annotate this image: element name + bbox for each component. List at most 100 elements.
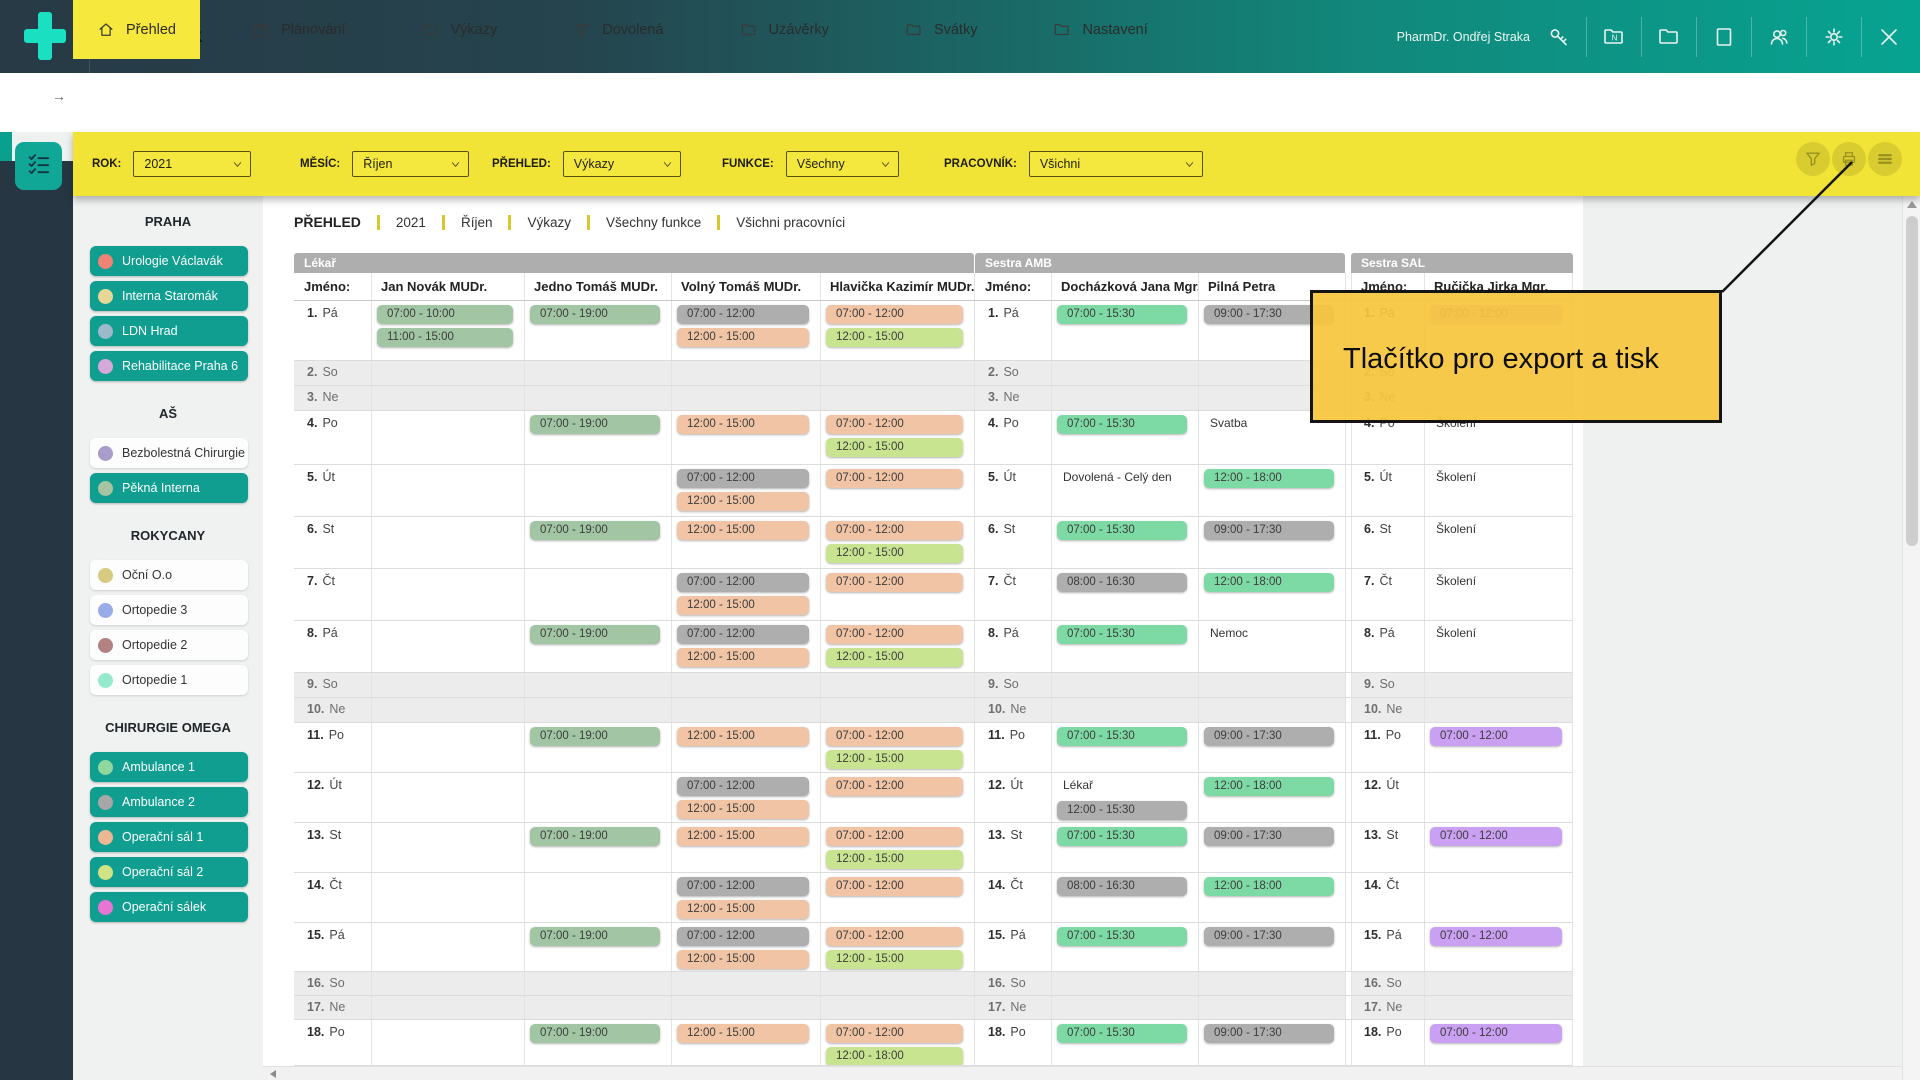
filter-select[interactable]: Všichni [1029, 151, 1203, 177]
shift-pill[interactable]: 08:00 - 16:30 [1057, 573, 1187, 592]
shift-pill[interactable]: 07:00 - 15:30 [1057, 521, 1187, 540]
shift-pill[interactable]: 12:00 - 15:00 [677, 492, 809, 511]
filter-button[interactable] [1796, 142, 1830, 176]
shift-pill[interactable]: 12:00 - 15:00 [826, 438, 963, 457]
shift-pill[interactable]: 12:00 - 15:00 [677, 596, 809, 615]
scrollbar-thumb[interactable] [1906, 216, 1918, 546]
shift-pill[interactable]: 07:00 - 19:00 [530, 521, 660, 540]
close-icon[interactable] [1876, 24, 1902, 50]
shift-pill[interactable]: 12:00 - 15:00 [677, 827, 809, 846]
shift-pill[interactable]: 12:00 - 15:00 [677, 415, 809, 434]
shift-pill[interactable]: 12:00 - 15:00 [826, 750, 963, 769]
shift-pill[interactable]: 07:00 - 12:00 [677, 877, 809, 896]
shift-pill[interactable]: 09:00 - 17:30 [1204, 827, 1334, 846]
shift-pill[interactable]: 07:00 - 15:30 [1057, 305, 1187, 324]
shift-pill[interactable]: 07:00 - 19:00 [530, 415, 660, 434]
sidebar-item-bezbolestn-chirurgie[interactable]: Bezbolestná Chirurgie [90, 438, 248, 468]
shift-pill[interactable]: 12:00 - 15:00 [677, 727, 809, 746]
shift-pill[interactable]: 07:00 - 12:00 [1430, 727, 1562, 746]
shift-pill[interactable]: 07:00 - 12:00 [826, 1024, 963, 1043]
tab-nastavení[interactable]: Nastavení [1029, 0, 1171, 59]
tab-plánování[interactable]: Plánování [228, 0, 370, 59]
shift-pill[interactable]: 12:00 - 18:00 [1204, 469, 1334, 488]
folder-new-icon[interactable]: N [1601, 24, 1627, 50]
shift-pill[interactable]: 12:00 - 18:00 [1204, 777, 1334, 796]
sidebar-item-rehabilitace-praha-6[interactable]: Rehabilitace Praha 6 [90, 351, 248, 381]
sidebar-item-urologie-v-clav-k[interactable]: Urologie Václavák [90, 246, 248, 276]
scroll-up-icon[interactable] [1907, 201, 1917, 208]
shift-pill[interactable]: 07:00 - 12:00 [677, 777, 809, 796]
sidebar-item-ambulance-1[interactable]: Ambulance 1 [90, 752, 248, 782]
shift-pill[interactable]: 07:00 - 19:00 [530, 305, 660, 324]
shift-pill[interactable]: 12:00 - 15:00 [677, 950, 809, 969]
shift-pill[interactable]: 12:00 - 15:30 [1057, 801, 1187, 820]
shift-pill[interactable]: 07:00 - 12:00 [1430, 1024, 1562, 1043]
shift-pill[interactable]: 12:00 - 15:00 [677, 800, 809, 819]
vertical-scrollbar[interactable] [1902, 196, 1920, 1080]
shift-pill[interactable]: 07:00 - 12:00 [826, 573, 963, 592]
shift-pill[interactable]: 12:00 - 15:00 [677, 328, 809, 347]
collapse-arrow-icon[interactable]: → [52, 88, 66, 104]
tab-uzávěrky[interactable]: Uzávěrky [716, 0, 853, 59]
shift-pill[interactable]: 07:00 - 15:30 [1057, 927, 1187, 946]
sidebar-item-opera-n-s-lek[interactable]: Operační sálek [90, 892, 248, 922]
filter-select[interactable]: Říjen [352, 151, 469, 177]
sidebar-item-ldn-hrad[interactable]: LDN Hrad [90, 316, 248, 346]
scroll-left-icon[interactable] [270, 1070, 276, 1078]
shift-pill[interactable]: 07:00 - 12:00 [677, 573, 809, 592]
horizontal-scrollbar[interactable] [263, 1066, 1902, 1080]
shift-pill[interactable]: 07:00 - 12:00 [826, 877, 963, 896]
shift-pill[interactable]: 12:00 - 15:00 [826, 544, 963, 563]
shift-pill[interactable]: 12:00 - 18:00 [1204, 877, 1334, 896]
window-icon[interactable] [1711, 24, 1737, 50]
shift-pill[interactable]: 07:00 - 10:00 [377, 305, 513, 324]
shift-pill[interactable]: 07:00 - 12:00 [826, 777, 963, 796]
tab-výkazy[interactable]: Výkazy [397, 0, 521, 59]
print-button[interactable] [1832, 142, 1866, 176]
shift-pill[interactable]: 07:00 - 12:00 [826, 521, 963, 540]
sidebar-item-p-kn-interna[interactable]: Pěkná Interna [90, 473, 248, 503]
shift-pill[interactable]: 12:00 - 15:00 [677, 521, 809, 540]
filter-select[interactable]: Všechny [786, 151, 899, 177]
shift-pill[interactable]: 12:00 - 15:00 [677, 900, 809, 919]
checklist-button[interactable] [15, 142, 62, 190]
tab-přehled[interactable]: Přehled [73, 0, 200, 59]
shift-pill[interactable]: 07:00 - 12:00 [826, 625, 963, 644]
shift-pill[interactable]: 09:00 - 17:30 [1204, 727, 1334, 746]
shift-pill[interactable]: 07:00 - 12:00 [826, 415, 963, 434]
sidebar-item-opera-n-s-l-1[interactable]: Operační sál 1 [90, 822, 248, 852]
shift-pill[interactable]: 07:00 - 15:30 [1057, 415, 1187, 434]
sidebar-item-ortopedie-3[interactable]: Ortopedie 3 [90, 595, 248, 625]
shift-pill[interactable]: 08:00 - 16:30 [1057, 877, 1187, 896]
shift-pill[interactable]: 07:00 - 12:00 [826, 727, 963, 746]
shift-pill[interactable]: 07:00 - 12:00 [677, 305, 809, 324]
shift-pill[interactable]: 12:00 - 15:00 [826, 850, 963, 869]
users-icon[interactable] [1766, 24, 1792, 50]
sidebar-item-o-n-o-o[interactable]: Oční O.o [90, 560, 248, 590]
shift-pill[interactable]: 07:00 - 12:00 [677, 927, 809, 946]
shift-pill[interactable]: 07:00 - 19:00 [530, 827, 660, 846]
sidebar-item-ortopedie-1[interactable]: Ortopedie 1 [90, 665, 248, 695]
shift-pill[interactable]: 07:00 - 15:30 [1057, 727, 1187, 746]
shift-pill[interactable]: 07:00 - 12:00 [826, 827, 963, 846]
shift-pill[interactable]: 07:00 - 15:30 [1057, 625, 1187, 644]
shift-pill[interactable]: 09:00 - 17:30 [1204, 1024, 1334, 1043]
shift-pill[interactable]: 12:00 - 15:00 [826, 950, 963, 969]
shift-pill[interactable]: 07:00 - 19:00 [530, 625, 660, 644]
shift-pill[interactable]: 07:00 - 12:00 [826, 469, 963, 488]
shift-pill[interactable]: 07:00 - 15:30 [1057, 1024, 1187, 1043]
shift-pill[interactable]: 07:00 - 19:00 [530, 1024, 660, 1043]
shift-pill[interactable]: 09:00 - 17:30 [1204, 521, 1334, 540]
shift-pill[interactable]: 07:00 - 12:00 [677, 625, 809, 644]
shift-pill[interactable]: 07:00 - 12:00 [1430, 827, 1562, 846]
folder-icon[interactable] [1656, 24, 1682, 50]
shift-pill[interactable]: 07:00 - 12:00 [826, 927, 963, 946]
filter-select[interactable]: 2021 [133, 151, 251, 177]
shift-pill[interactable]: 12:00 - 18:00 [1204, 573, 1334, 592]
gear-icon[interactable] [1821, 24, 1847, 50]
filter-select[interactable]: Výkazy [563, 151, 681, 177]
shift-pill[interactable]: 07:00 - 19:00 [530, 727, 660, 746]
shift-pill[interactable]: 12:00 - 15:00 [677, 1024, 809, 1043]
shift-pill[interactable]: 12:00 - 18:00 [826, 1047, 963, 1066]
menu-button[interactable] [1868, 142, 1902, 176]
